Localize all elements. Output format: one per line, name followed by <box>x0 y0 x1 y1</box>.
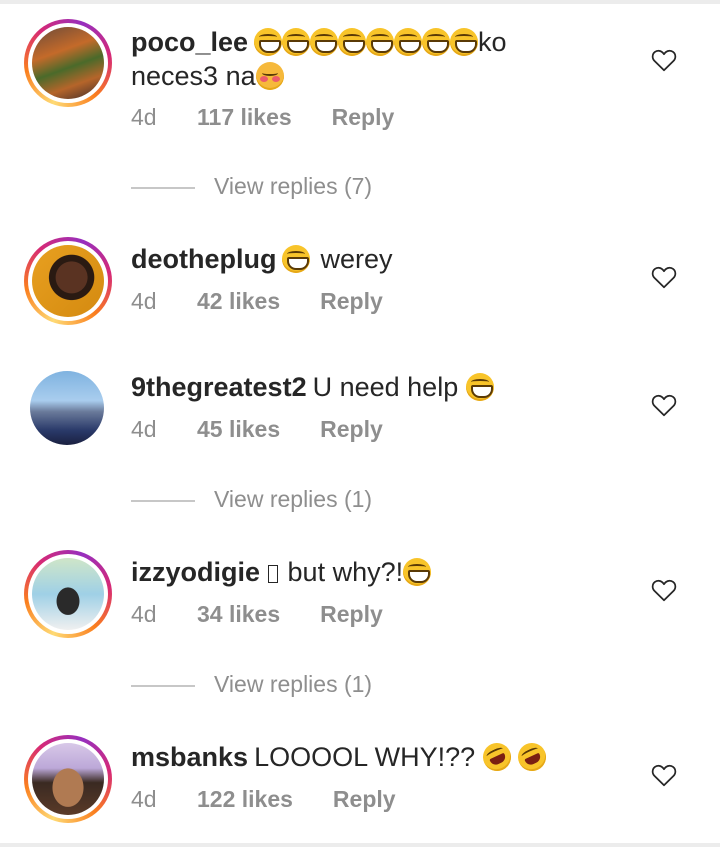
comment-likes[interactable]: 122 likes <box>197 785 293 813</box>
emoji-grin-icon <box>254 28 283 56</box>
comment-meta: 4d 34 likes Reply <box>131 600 383 628</box>
emoji-grin-icon <box>465 373 494 401</box>
comment-time: 4d <box>131 416 157 442</box>
comment-text: werey <box>320 244 393 274</box>
emoji-grin-icon <box>282 28 311 56</box>
comment-likes[interactable]: 34 likes <box>197 600 280 628</box>
reply-button[interactable]: Reply <box>333 785 396 813</box>
comment-text: LOOOOL WHY!?? <box>254 742 476 772</box>
reply-button[interactable]: Reply <box>332 103 395 131</box>
comment-body: poco_lee ko neces3 na <box>131 25 601 93</box>
view-replies-toggle[interactable]: View replies (1) <box>131 670 372 698</box>
heart-outline-icon[interactable] <box>651 763 677 787</box>
comment-username[interactable]: izzyodigie <box>131 557 260 587</box>
view-replies-line <box>131 186 195 189</box>
emoji-grin-icon <box>338 28 367 56</box>
missing-glyph-icon <box>268 565 279 583</box>
avatar[interactable] <box>24 735 112 823</box>
view-replies-toggle[interactable]: View replies (7) <box>131 172 372 200</box>
view-replies-label: View replies (1) <box>214 486 373 512</box>
comment-body: izzyodigie but why?! <box>131 555 601 589</box>
comment-username[interactable]: deotheplug <box>131 244 276 274</box>
heart-outline-icon[interactable] <box>651 393 677 417</box>
heart-outline-icon[interactable] <box>651 48 677 72</box>
emoji-grin-icon <box>310 28 339 56</box>
heart-outline-icon[interactable] <box>651 578 677 602</box>
avatar[interactable] <box>24 237 112 325</box>
view-replies-label: View replies (1) <box>214 671 373 697</box>
avatar-image <box>32 27 104 99</box>
comment-username[interactable]: msbanks <box>131 742 248 772</box>
comment-time: 4d <box>131 786 157 812</box>
comment-time: 4d <box>131 104 157 130</box>
comment-meta: 4d 117 likes Reply <box>131 103 394 131</box>
comment-username[interactable]: poco_lee <box>131 27 248 57</box>
emoji-grin-icon <box>366 28 395 56</box>
comment-meta: 4d 42 likes Reply <box>131 287 383 315</box>
emoji-rofl-icon <box>478 738 516 776</box>
avatar-image <box>32 558 104 630</box>
emoji-grin-icon <box>282 245 311 273</box>
emoji-grin-icon <box>403 558 432 586</box>
emoji-rofl-icon <box>513 738 551 776</box>
reply-button[interactable]: Reply <box>320 287 383 315</box>
avatar[interactable] <box>24 19 112 107</box>
avatar-image <box>32 245 104 317</box>
reply-button[interactable]: Reply <box>320 415 383 443</box>
avatar[interactable] <box>30 371 104 445</box>
avatar-image <box>30 371 104 445</box>
reply-button[interactable]: Reply <box>320 600 383 628</box>
comment-time: 4d <box>131 601 157 627</box>
emoji-grin-icon <box>450 28 479 56</box>
view-replies-label: View replies (7) <box>214 173 373 199</box>
comment-body: deotheplug werey <box>131 242 601 276</box>
comment-likes[interactable]: 45 likes <box>197 415 280 443</box>
view-replies-toggle[interactable]: View replies (1) <box>131 485 372 513</box>
view-replies-line <box>131 684 195 687</box>
comment-time: 4d <box>131 288 157 314</box>
bottom-divider <box>0 843 720 847</box>
comment-text: U need help <box>312 372 459 402</box>
view-replies-line <box>131 499 195 502</box>
comment-username[interactable]: 9thegreatest2 <box>131 372 307 402</box>
avatar[interactable] <box>24 550 112 638</box>
comment-likes[interactable]: 42 likes <box>197 287 280 315</box>
emoji-blush-icon <box>255 62 284 90</box>
avatar-image <box>32 743 104 815</box>
emoji-grin-icon <box>394 28 423 56</box>
comment-likes[interactable]: 117 likes <box>197 103 292 131</box>
comment-meta: 4d 45 likes Reply <box>131 415 383 443</box>
top-divider <box>0 0 720 4</box>
comment-meta: 4d 122 likes Reply <box>131 785 396 813</box>
comment-text: but why?! <box>287 557 404 587</box>
comment-body: msbanks LOOOOL WHY!?? <box>131 738 601 776</box>
comment-body: 9thegreatest2 U need help <box>131 370 601 404</box>
heart-outline-icon[interactable] <box>651 265 677 289</box>
emoji-grin-icon <box>422 28 451 56</box>
